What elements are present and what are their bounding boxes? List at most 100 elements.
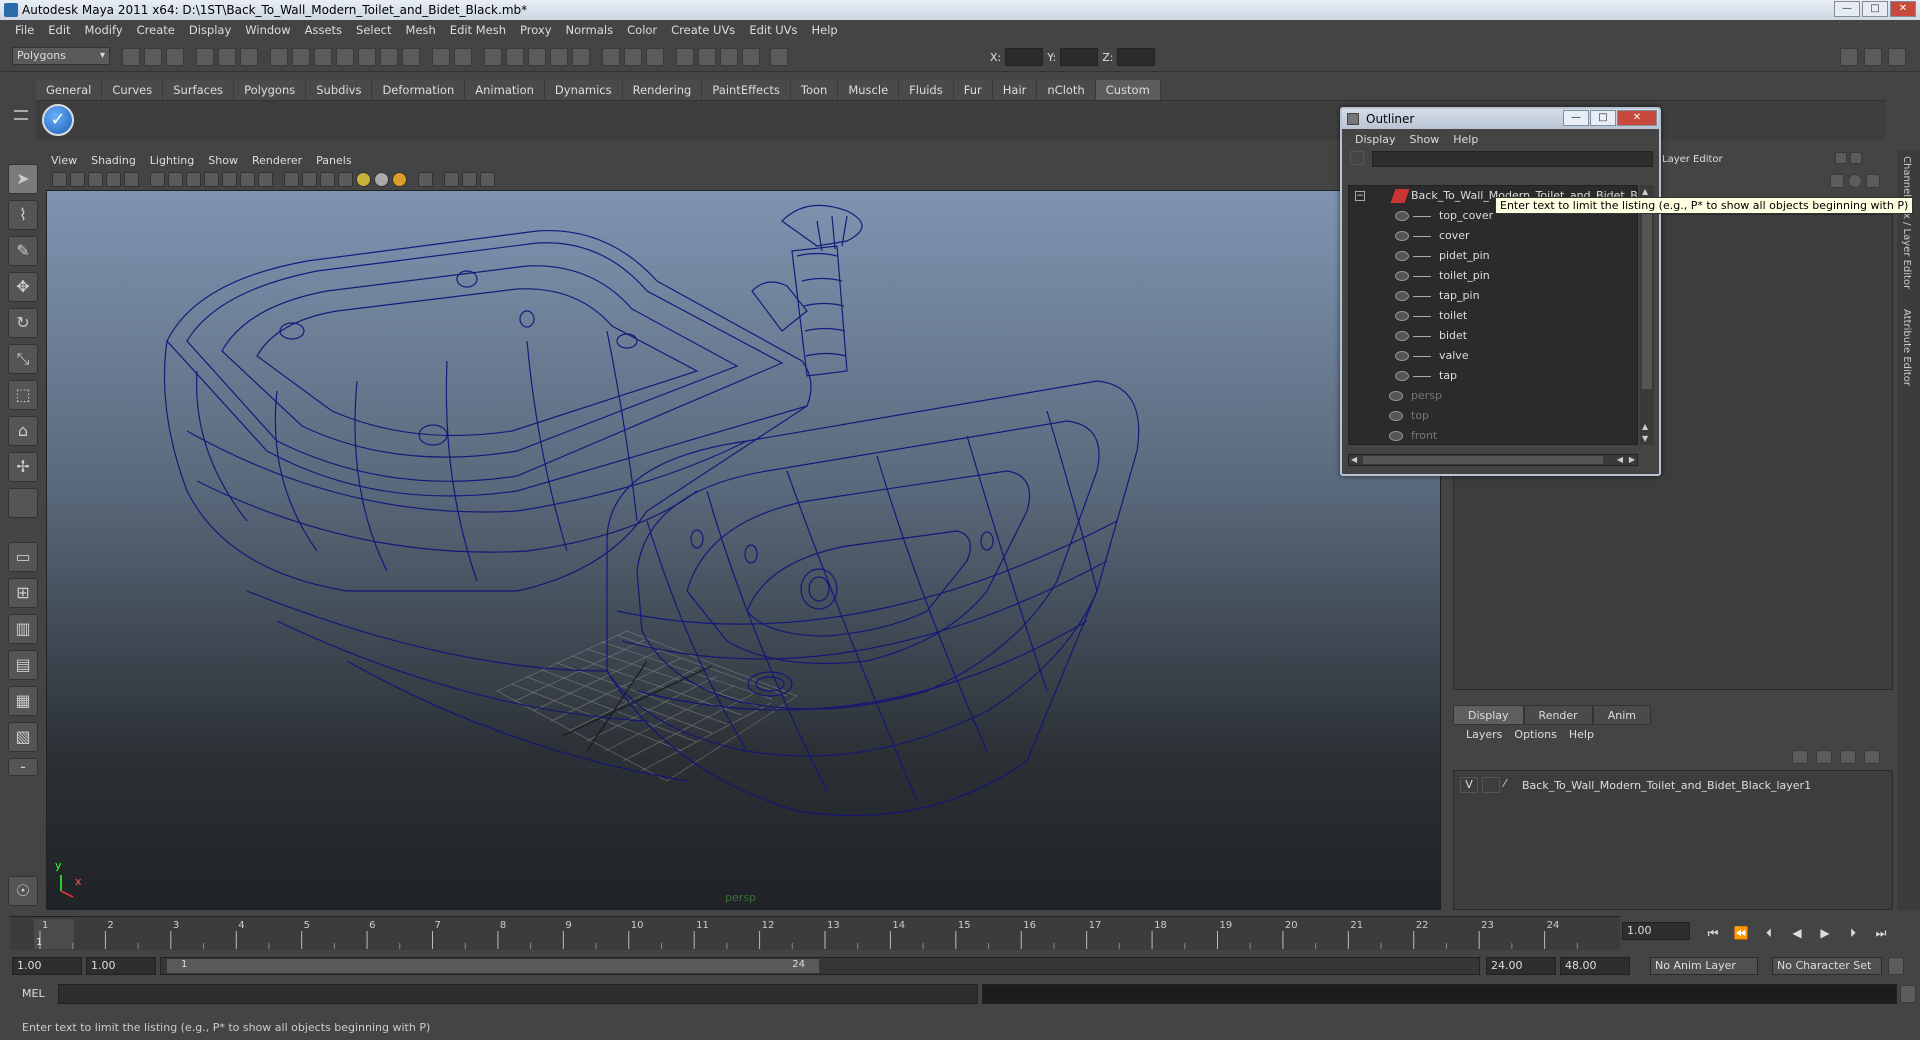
menu-mesh[interactable]: Mesh	[399, 23, 443, 37]
select-camera-icon[interactable]	[52, 171, 67, 187]
field-chart-icon[interactable]	[222, 171, 237, 187]
ipr-render-icon[interactable]	[528, 48, 546, 66]
share-icon[interactable]	[480, 171, 495, 187]
outliner-toggle-icon[interactable]	[742, 48, 760, 66]
menu-proxy[interactable]: Proxy	[513, 23, 559, 37]
tab-animation[interactable]: Animation	[465, 80, 545, 100]
outliner-item[interactable]: toilet	[1349, 306, 1637, 326]
safe-action-icon[interactable]	[240, 171, 255, 187]
x-field[interactable]	[1005, 48, 1044, 66]
select-component-icon[interactable]	[240, 48, 258, 66]
tab-dynamics[interactable]: Dynamics	[544, 80, 623, 100]
tab-polygons[interactable]: Polygons	[234, 80, 307, 100]
scroll-left-right-icon[interactable]: ◀	[1617, 455, 1623, 464]
history-icon[interactable]	[380, 48, 398, 66]
outliner-item[interactable]: tap	[1349, 366, 1637, 386]
menu-edit[interactable]: Edit	[41, 23, 77, 37]
outliner-item[interactable]: pidet_pin	[1349, 246, 1637, 266]
toolbox-more-icon[interactable]: -	[8, 758, 38, 776]
snap-grid-icon[interactable]	[270, 48, 288, 66]
grid-toggle-icon[interactable]	[150, 171, 165, 187]
time-slider[interactable]: 1 2 3 4 5 6 7 8 9 10 11 12 13 14 15 16 17 18 19 20 21 22 23 24 1	[10, 916, 1620, 950]
tab-render[interactable]: Render	[1523, 705, 1593, 725]
tab-curves[interactable]: Curves	[102, 80, 164, 100]
scale-tool-icon[interactable]: ⤡	[8, 344, 38, 374]
tool-settings-icon[interactable]	[676, 48, 694, 66]
menu-set-selector[interactable]: Polygons	[12, 47, 110, 65]
scroll-right-icon[interactable]: ▶	[1629, 455, 1635, 464]
outliner-minimize-button[interactable]: —	[1563, 110, 1589, 126]
scroll-down-icon[interactable]: ▼	[1642, 434, 1648, 443]
menu-edit-mesh[interactable]: Edit Mesh	[443, 23, 513, 37]
camera-attributes-icon[interactable]	[70, 171, 85, 187]
mel-label[interactable]: MEL	[22, 987, 45, 1000]
tab-painteffects[interactable]: PaintEffects	[702, 80, 791, 100]
shelf-menu-icon[interactable]	[14, 104, 28, 136]
bookmarks-icon[interactable]	[88, 171, 103, 187]
wireframe-icon[interactable]	[284, 171, 299, 187]
show-attribute-editor-icon[interactable]	[1840, 48, 1858, 66]
tab-anim[interactable]: Anim	[1592, 705, 1651, 725]
outliner-horizontal-scrollbar[interactable]: ◀ ◀ ▶	[1348, 454, 1638, 466]
soft-modification-icon[interactable]: ⌂	[8, 416, 38, 446]
vertical-scroll-thumb[interactable]	[1642, 199, 1652, 389]
snap-point-icon[interactable]	[314, 48, 332, 66]
wireframe-on-shaded-icon[interactable]	[320, 171, 335, 187]
outliner-camera-item[interactable]: persp	[1349, 386, 1637, 406]
layer-menu-layers[interactable]: Layers	[1460, 728, 1508, 741]
new-layer-icon[interactable]	[1840, 750, 1856, 764]
collapse-toggle-icon[interactable]: −	[1355, 191, 1365, 201]
filter-clear-icon[interactable]	[1350, 151, 1364, 165]
last-used-tool-icon[interactable]	[8, 488, 38, 518]
maximize-button[interactable]: □	[1862, 1, 1888, 17]
show-tool-settings-icon[interactable]	[1864, 48, 1882, 66]
mel-input[interactable]	[58, 984, 978, 1004]
attribute-editor-side-tab[interactable]: Attribute Editor	[1901, 309, 1912, 386]
scroll-left-icon[interactable]: ◀	[1351, 455, 1357, 464]
outliner-item[interactable]: cover	[1349, 226, 1637, 246]
tab-deformation[interactable]: Deformation	[372, 80, 466, 100]
step-back-frame-icon[interactable]: ⏴	[1758, 924, 1780, 942]
single-perspective-layout-icon[interactable]: ▭	[8, 542, 38, 572]
tab-muscle[interactable]: Muscle	[838, 80, 900, 100]
layer-move-up-icon[interactable]	[1792, 750, 1808, 764]
outliner-maximize-button[interactable]: □	[1590, 110, 1616, 126]
outliner-close-button[interactable]: ✕	[1617, 110, 1657, 126]
menu-normals[interactable]: Normals	[559, 23, 621, 37]
input-field-icon[interactable]	[624, 48, 642, 66]
y-field[interactable]	[1060, 48, 1099, 66]
smooth-shade-icon[interactable]	[302, 171, 317, 187]
snap-curve-icon[interactable]	[292, 48, 310, 66]
render-frame-icon[interactable]	[506, 48, 524, 66]
layer-menu-help[interactable]: Help	[1563, 728, 1600, 741]
persp-graph-hypershade-layout-icon[interactable]: ▧	[8, 722, 38, 752]
menu-edit-uvs[interactable]: Edit UVs	[742, 23, 804, 37]
move-tool-icon[interactable]: ✥	[8, 272, 38, 302]
default-light-icon[interactable]	[356, 171, 371, 187]
menu-window[interactable]: Window	[238, 23, 297, 37]
panel-close-icon[interactable]	[1850, 152, 1862, 164]
layer-row[interactable]: V ⁄ Back_To_Wall_Modern_Toilet_and_Bidet…	[1460, 775, 1880, 795]
outliner-camera-item[interactable]: top	[1349, 406, 1637, 426]
channel-edit-icon[interactable]	[1866, 174, 1880, 188]
select-tool-icon[interactable]: ➤	[8, 164, 38, 194]
go-to-start-icon[interactable]: ⏮	[1702, 924, 1724, 942]
layer-color-icon[interactable]: ⁄	[1504, 777, 1518, 793]
outliner-item[interactable]: toilet_pin	[1349, 266, 1637, 286]
construction-history-icon[interactable]	[484, 48, 502, 66]
layer-type-toggle[interactable]	[1482, 777, 1500, 793]
layer-editor-icon[interactable]	[720, 48, 738, 66]
new-scene-icon[interactable]	[122, 48, 140, 66]
all-lights-icon[interactable]	[374, 171, 389, 187]
play-forwards-icon[interactable]: ▶	[1814, 924, 1836, 942]
menu-help[interactable]: Help	[805, 23, 845, 37]
tab-rendering[interactable]: Rendering	[622, 80, 703, 100]
layer-visibility-toggle[interactable]: V	[1460, 777, 1478, 793]
menu-file[interactable]: File	[8, 23, 41, 37]
layer-move-down-icon[interactable]	[1816, 750, 1832, 764]
channel-speed-icon[interactable]	[1848, 174, 1862, 188]
save-scene-icon[interactable]	[166, 48, 184, 66]
anim-layer-selector[interactable]: No Anim Layer	[1650, 957, 1758, 975]
outliner-item[interactable]: valve	[1349, 346, 1637, 366]
safe-title-icon[interactable]	[258, 171, 273, 187]
